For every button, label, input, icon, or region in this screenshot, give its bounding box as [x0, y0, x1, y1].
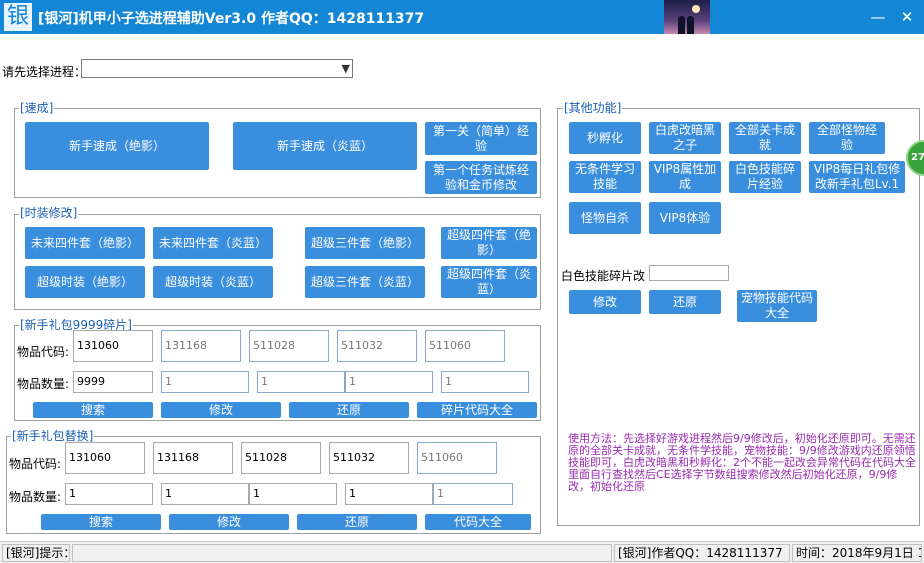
first-task-exp-gold-button[interactable]: 第一个任务试炼经验和金币修改: [425, 161, 537, 194]
super-costume-jueying-button[interactable]: 超级时装（绝影）: [25, 266, 145, 298]
close-button[interactable]: ✕: [897, 7, 917, 27]
giftreplace-restore-button[interactable]: 还原: [297, 514, 417, 530]
giftreplace-code-field-1[interactable]: 131060: [65, 442, 145, 474]
fragment-input[interactable]: [649, 265, 729, 281]
moon-icon: [692, 5, 700, 13]
other-group-title: [其他功能]: [563, 101, 623, 115]
giftreplace-count-field-3[interactable]: 1: [249, 483, 337, 505]
giftreplace-code-label: 物品代码:: [9, 457, 62, 471]
gift9999-count-field-2[interactable]: 1: [161, 371, 249, 393]
giftreplace-code-list-button[interactable]: 代码大全: [425, 514, 531, 530]
gift9999-code-field-1[interactable]: 131060: [73, 330, 153, 362]
process-label: 请先选择进程：: [2, 65, 87, 79]
gift9999-search-button[interactable]: 搜索: [33, 402, 153, 418]
pet-skill-code-button[interactable]: 宠物技能代码大全: [737, 290, 817, 322]
giftreplace-code-field-5[interactable]: 511060: [417, 442, 497, 474]
figure-icon: [687, 16, 694, 34]
vip8-daily-gift-button[interactable]: VIP8每日礼包修改新手礼包Lv.1: [809, 161, 905, 193]
status-hint: [银河]提示：: [2, 544, 70, 562]
gift9999-code-label: 物品代码:: [17, 345, 70, 359]
gift9999-count-label: 物品数量:: [17, 377, 70, 391]
chevron-down-icon[interactable]: ▼: [342, 60, 350, 77]
tiger-to-dark-button[interactable]: 白虎改暗黑之子: [649, 122, 721, 154]
newbie-speed-yanlan-button[interactable]: 新手速成（炎蓝）: [233, 122, 417, 170]
giftreplace-count-field-5[interactable]: 1: [433, 483, 513, 505]
gift9999-code-field-5[interactable]: 511060: [425, 330, 505, 362]
gift9999-count-field-5[interactable]: 1: [441, 371, 529, 393]
vip8-attr-button[interactable]: VIP8属性加成: [649, 161, 721, 193]
window-title: [银河]机甲小子选进程辅助Ver3.0 作者QQ：1428111377: [38, 11, 425, 27]
fragment-restore-button[interactable]: 还原: [649, 290, 721, 314]
gift9999-code-field-4[interactable]: 511032: [337, 330, 417, 362]
giftreplace-count-field-2[interactable]: 1: [161, 483, 249, 505]
monster-suicide-button[interactable]: 怪物自杀: [569, 202, 641, 234]
usage-note: 使用方法：先选择好游戏进程然后9/9修改后，初始化还原即可。无需还原的全部关卡成…: [568, 432, 916, 493]
all-level-achievement-button[interactable]: 全部关卡成就: [729, 122, 801, 154]
giftreplace-count-field-4[interactable]: 1: [345, 483, 433, 505]
giftreplace-count-label: 物品数量:: [9, 490, 62, 504]
giftreplace-search-button[interactable]: 搜索: [41, 514, 161, 530]
instant-hatch-button[interactable]: 秒孵化: [569, 122, 641, 154]
vip8-trial-button[interactable]: VIP8体验: [649, 202, 721, 234]
future4-jueying-button[interactable]: 未来四件套（绝影）: [25, 227, 145, 259]
speed-group-title: [速成]: [19, 101, 55, 115]
title-bar: 银 [银河]机甲小子选进程辅助Ver3.0 作者QQ：1428111377 — …: [0, 0, 924, 34]
all-monster-exp-button[interactable]: 全部怪物经验: [809, 122, 885, 154]
gift9999-count-field-3[interactable]: 1: [257, 371, 345, 393]
gift9999-count-field-1[interactable]: 9999: [73, 371, 153, 393]
super-costume-yanlan-button[interactable]: 超级时装（炎蓝）: [153, 266, 273, 298]
fragment-label: 白色技能碎片改: [561, 269, 646, 283]
gift9999-modify-button[interactable]: 修改: [161, 402, 281, 418]
fragment-modify-button[interactable]: 修改: [569, 290, 641, 314]
gift9999-code-field-3[interactable]: 511028: [249, 330, 329, 362]
gift9999-code-field-2[interactable]: 131168: [161, 330, 241, 362]
giftreplace-code-field-3[interactable]: 511028: [241, 442, 321, 474]
super4-jueying-button[interactable]: 超级四件套（绝影）: [441, 227, 537, 259]
process-select[interactable]: ▼: [81, 59, 353, 78]
learn-skill-button[interactable]: 无条件学习技能: [569, 161, 641, 193]
white-skill-fragment-exp-button[interactable]: 白色技能碎片经验: [729, 161, 801, 193]
giftreplace-count-field-1[interactable]: 1: [65, 483, 153, 505]
newbie-speed-jueying-button[interactable]: 新手速成（绝影）: [25, 122, 209, 170]
future4-yanlan-button[interactable]: 未来四件套（炎蓝）: [153, 227, 273, 259]
costume-group-title: [时装修改]: [19, 206, 79, 220]
super4-yanlan-button[interactable]: 超级四件套（炎蓝）: [441, 266, 537, 298]
figure-icon: [678, 16, 685, 34]
status-time: 时间：2018年9月1日 12: [792, 544, 922, 562]
status-bar: [银河]提示： [银河]作者QQ：1428111377 时间：2018年9月1日…: [0, 541, 924, 563]
app-logo-icon: 银: [4, 3, 32, 31]
giftreplace-group-title: [新手礼包替换]: [11, 429, 95, 443]
giftreplace-code-field-4[interactable]: 511032: [329, 442, 409, 474]
giftreplace-modify-button[interactable]: 修改: [169, 514, 289, 530]
level1-exp-button[interactable]: 第一关（简单）经验: [425, 122, 537, 155]
gift9999-code-list-button[interactable]: 碎片代码大全: [417, 402, 537, 418]
status-author: [银河]作者QQ：1428111377: [614, 544, 790, 562]
status-message: [72, 544, 612, 562]
super3-yanlan-button[interactable]: 超级三件套（炎蓝）: [305, 266, 425, 298]
banner-image: [664, 0, 710, 34]
gift9999-count-field-4[interactable]: 1: [345, 371, 433, 393]
giftreplace-code-field-2[interactable]: 131168: [153, 442, 233, 474]
super3-jueying-button[interactable]: 超级三件套（绝影）: [305, 227, 425, 259]
gift9999-restore-button[interactable]: 还原: [289, 402, 409, 418]
minimize-button[interactable]: —: [868, 7, 888, 27]
